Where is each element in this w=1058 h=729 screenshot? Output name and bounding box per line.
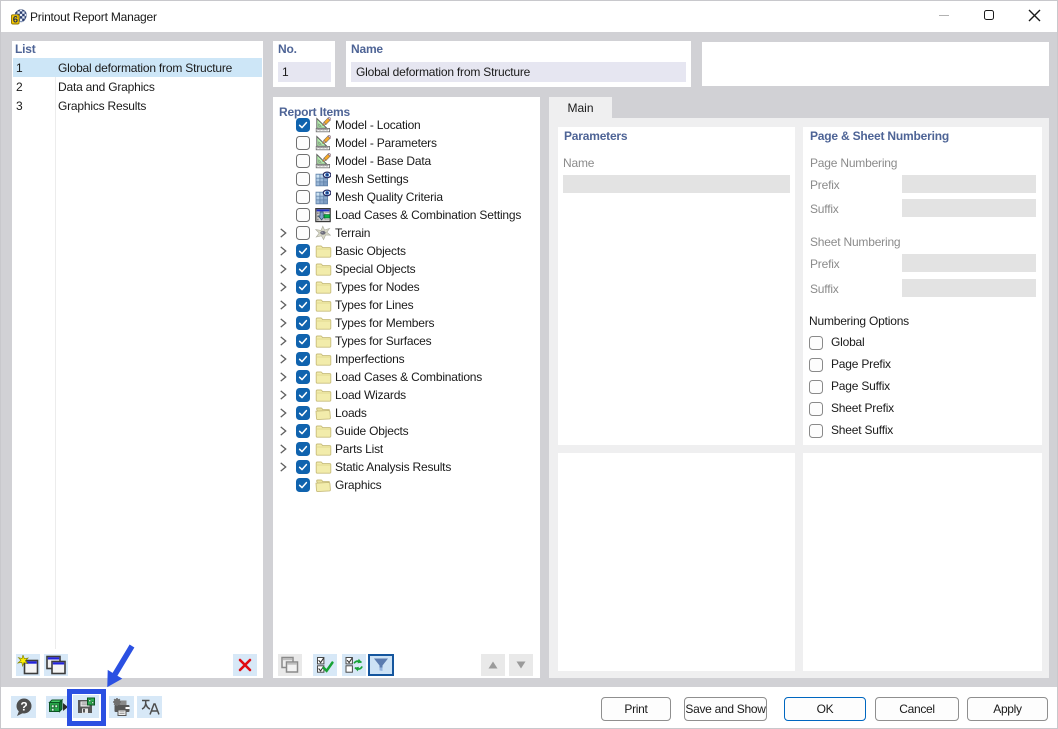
svg-text:6: 6 bbox=[13, 15, 18, 25]
svg-text:?: ? bbox=[20, 700, 27, 714]
